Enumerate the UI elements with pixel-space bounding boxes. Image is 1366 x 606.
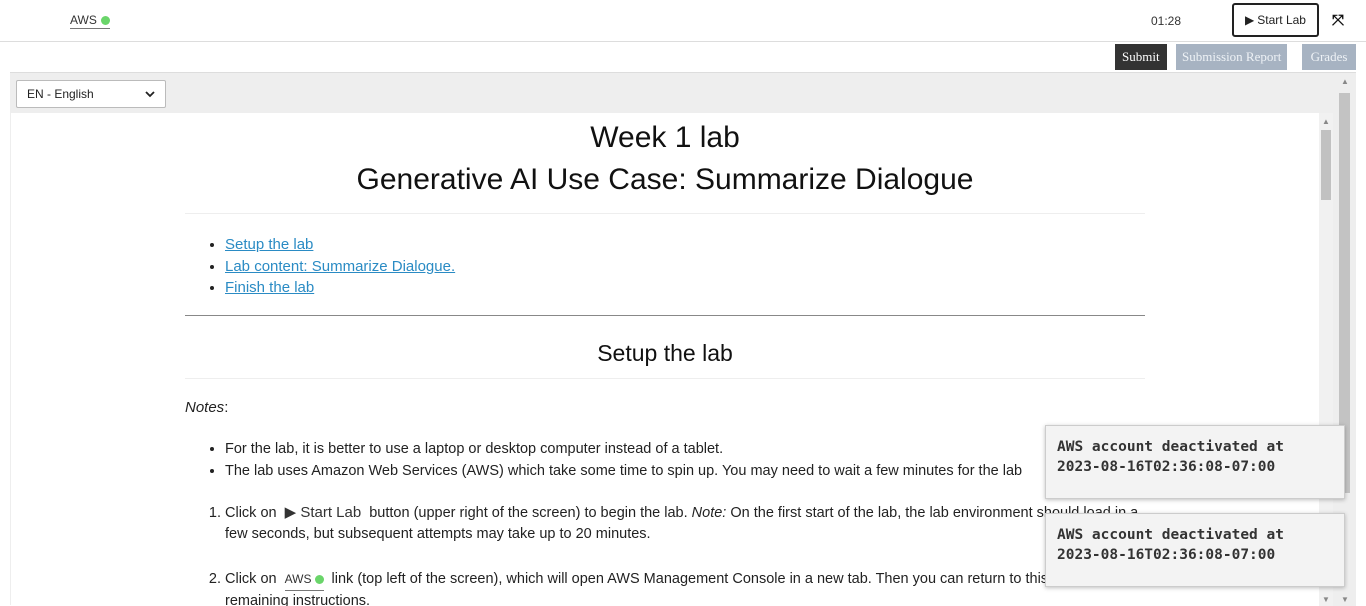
submission-report-button[interactable]: Submission Report [1176, 44, 1287, 70]
aws-link-label: AWS [70, 13, 97, 28]
divider [185, 213, 1145, 214]
toc-link-lab-content[interactable]: Lab content: Summarize Dialogue. [225, 258, 455, 275]
steps-list: Click on ▶ Start Lab button (upper right… [225, 502, 1145, 606]
toc-item: Lab content: Summarize Dialogue. [225, 256, 1145, 278]
section-divider [185, 315, 1145, 316]
status-dot-icon [101, 16, 110, 25]
page-subtitle: Generative AI Use Case: Summarize Dialog… [185, 160, 1145, 200]
scroll-down-icon[interactable]: ▼ [1321, 595, 1331, 604]
aws-console-link[interactable]: AWS [70, 13, 110, 29]
chevron-down-icon [145, 91, 155, 98]
top-bar: AWS 01:28 ▶ Start Lab ⤧ [0, 0, 1366, 42]
expand-icon[interactable]: ⤧ [1330, 13, 1346, 29]
notes-label: Notes: [185, 399, 1145, 416]
page-title: Week 1 lab [185, 118, 1145, 158]
toc-link-finish[interactable]: Finish the lab [225, 279, 314, 296]
step-item: Click on ▶ Start Lab button (upper right… [225, 502, 1145, 545]
list-item: For the lab, it is better to use a lapto… [225, 438, 1145, 460]
notification-toast[interactable]: AWS account deactivated at 2023-08-16T02… [1045, 513, 1345, 587]
grades-button[interactable]: Grades [1302, 44, 1356, 70]
section-title: Setup the lab [185, 340, 1145, 366]
notification-toast[interactable]: AWS account deactivated at 2023-08-16T02… [1045, 425, 1345, 499]
scroll-up-icon[interactable]: ▲ [1340, 77, 1350, 86]
divider [185, 378, 1145, 379]
play-icon: ▶ [1245, 13, 1254, 27]
play-icon: ▶ [285, 504, 297, 521]
submit-button[interactable]: Submit [1115, 44, 1167, 70]
list-item: The lab uses Amazon Web Services (AWS) w… [225, 460, 1145, 482]
table-of-contents: Setup the lab Lab content: Summarize Dia… [225, 234, 1145, 299]
language-select-value: EN - English [27, 87, 94, 101]
notes-list: For the lab, it is better to use a lapto… [225, 438, 1145, 482]
document-column: Week 1 lab Generative AI Use Case: Summa… [185, 113, 1145, 606]
start-lab-button[interactable]: ▶ Start Lab [1232, 3, 1319, 37]
scroll-up-icon[interactable]: ▲ [1321, 117, 1331, 126]
scroll-thumb[interactable] [1321, 130, 1331, 200]
toc-item: Finish the lab [225, 277, 1145, 299]
toc-link-setup[interactable]: Setup the lab [225, 236, 313, 253]
inline-aws-link: AWS [285, 569, 324, 591]
inline-start-lab: ▶ Start Lab [285, 504, 362, 521]
status-dot-icon [315, 575, 324, 584]
start-lab-label: Start Lab [1257, 13, 1306, 27]
language-select[interactable]: EN - English [16, 80, 166, 108]
step-item: Click on AWS link (top left of the scree… [225, 569, 1145, 606]
toc-item: Setup the lab [225, 234, 1145, 256]
session-timer: 01:28 [1151, 14, 1181, 28]
scroll-down-icon[interactable]: ▼ [1340, 595, 1350, 604]
action-bar: Submit Submission Report Grades [10, 42, 1356, 72]
